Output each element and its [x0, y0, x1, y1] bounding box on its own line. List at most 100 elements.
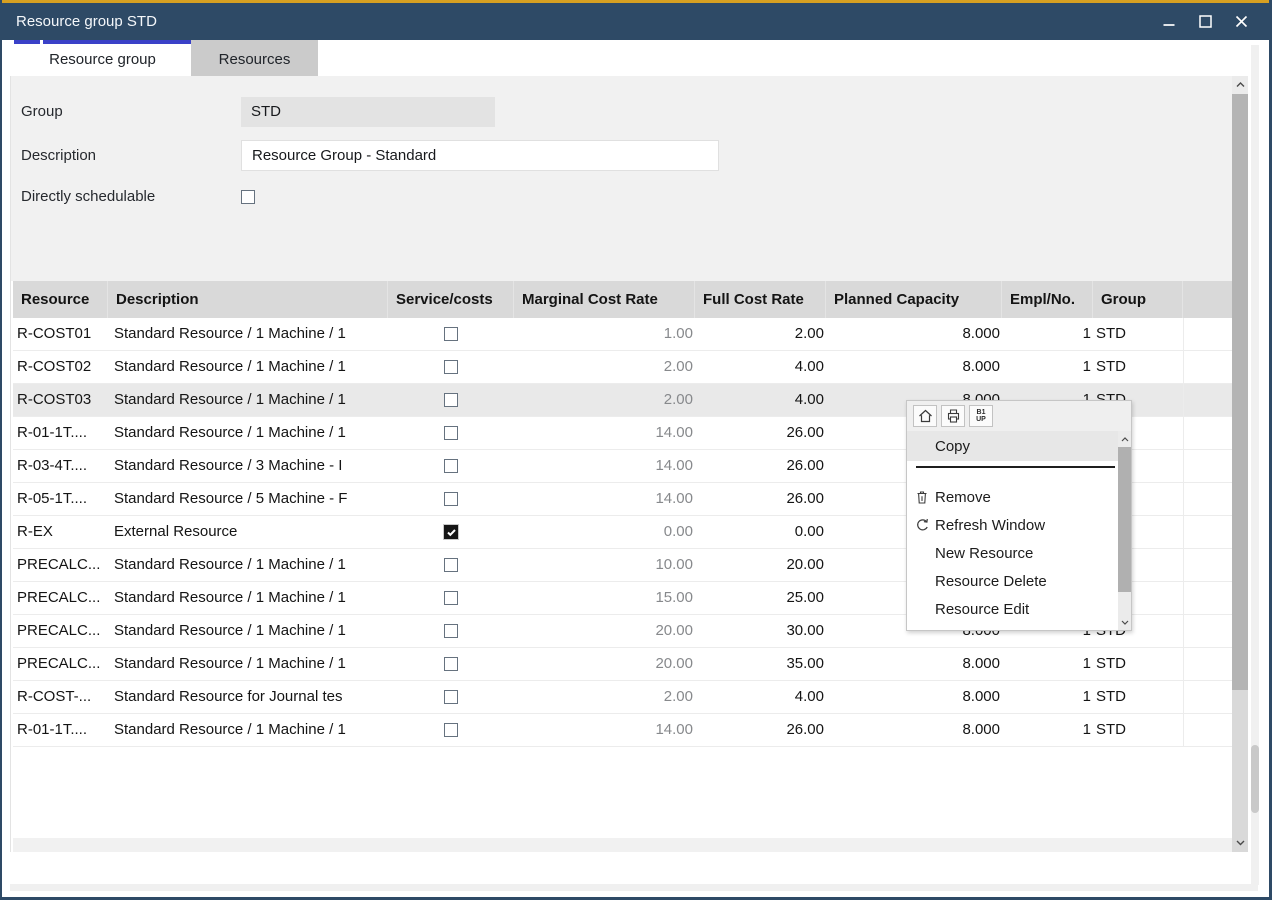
- scroll-up-button[interactable]: [1232, 76, 1248, 94]
- cell-marginal-cost-rate: 14.00: [514, 714, 695, 746]
- table-row[interactable]: R-01-1T....Standard Resource / 1 Machine…: [13, 714, 1233, 747]
- service-costs-checkbox[interactable]: [444, 624, 458, 638]
- printer-icon: [946, 409, 961, 423]
- service-costs-checkbox[interactable]: [444, 723, 458, 737]
- group-field[interactable]: STD: [241, 97, 495, 127]
- cell-marginal-cost-rate: 14.00: [514, 417, 695, 449]
- cell-planned-capacity: 8.000: [826, 714, 1002, 746]
- service-costs-checkbox[interactable]: [444, 525, 458, 539]
- service-costs-checkbox[interactable]: [444, 360, 458, 374]
- service-costs-checkbox[interactable]: [444, 393, 458, 407]
- scroll-down-button[interactable]: [1232, 834, 1248, 852]
- close-button[interactable]: [1231, 12, 1251, 32]
- column-header-description[interactable]: Description: [108, 281, 388, 318]
- menu-scroll-down-button[interactable]: [1118, 616, 1131, 628]
- menu-item-remove[interactable]: Remove: [907, 483, 1131, 511]
- service-costs-checkbox[interactable]: [444, 591, 458, 605]
- table-row[interactable]: R-COST-...Standard Resource for Journal …: [13, 681, 1233, 714]
- service-costs-checkbox[interactable]: [444, 690, 458, 704]
- cell-empty: [1183, 549, 1233, 581]
- menu-item-new-resource[interactable]: New Resource: [907, 539, 1131, 567]
- cell-description: Standard Resource / 1 Machine / 1: [108, 549, 388, 581]
- cell-marginal-cost-rate: 0.00: [514, 516, 695, 548]
- form-area: Group STD Description Resource Group - S…: [11, 76, 1233, 281]
- cell-planned-capacity: 8.000: [826, 648, 1002, 680]
- cell-full-cost-rate: 4.00: [695, 351, 826, 383]
- column-header-full-cost-rate[interactable]: Full Cost Rate: [695, 281, 826, 318]
- menu-item-refresh-window[interactable]: Refresh Window: [907, 511, 1131, 539]
- column-header-service-costs[interactable]: Service/costs: [388, 281, 514, 318]
- service-costs-checkbox[interactable]: [444, 492, 458, 506]
- context-menu-toolbar: B1 UP: [907, 401, 1131, 431]
- menu-item-resource-delete[interactable]: Resource Delete: [907, 567, 1131, 595]
- table-row[interactable]: R-COST01Standard Resource / 1 Machine / …: [13, 318, 1233, 351]
- cell-group: STD: [1093, 681, 1183, 713]
- scrollbar-thumb[interactable]: [1232, 94, 1248, 690]
- menu-item-resource-edit[interactable]: Resource Edit: [907, 595, 1131, 623]
- menu-item-label: New Resource: [935, 545, 1033, 562]
- directly-schedulable-checkbox[interactable]: [241, 190, 255, 204]
- cell-resource: R-COST01: [13, 318, 108, 350]
- group-label: Group: [21, 97, 63, 127]
- cell-empty: [1183, 483, 1233, 515]
- menu-scrollbar-thumb[interactable]: [1118, 447, 1131, 592]
- horizontal-scrollbar[interactable]: [13, 838, 1233, 852]
- cell-empty: [1183, 318, 1233, 350]
- cell-description: Standard Resource / 1 Machine / 1: [108, 648, 388, 680]
- print-button[interactable]: [941, 405, 965, 427]
- table-row[interactable]: PRECALC...Standard Resource / 1 Machine …: [13, 648, 1233, 681]
- table-row[interactable]: R-COST02Standard Resource / 1 Machine / …: [13, 351, 1233, 384]
- cell-group: STD: [1093, 714, 1183, 746]
- service-costs-checkbox[interactable]: [444, 558, 458, 572]
- service-costs-checkbox[interactable]: [444, 426, 458, 440]
- tab-resources[interactable]: Resources: [191, 40, 318, 76]
- minimize-button[interactable]: [1159, 12, 1179, 32]
- cell-service-costs: [388, 450, 514, 482]
- cell-service-costs: [388, 681, 514, 713]
- menu-item-label: Resource Edit: [935, 601, 1029, 618]
- home-icon: [918, 409, 933, 423]
- column-header-empl-no[interactable]: Empl/No.: [1002, 281, 1093, 318]
- context-menu-scrollbar[interactable]: [1118, 431, 1131, 630]
- cell-full-cost-rate: 20.00: [695, 549, 826, 581]
- cell-full-cost-rate: 26.00: [695, 483, 826, 515]
- column-header-empty: [1183, 281, 1233, 318]
- cell-planned-capacity: 8.000: [826, 318, 1002, 350]
- column-header-resource[interactable]: Resource: [13, 281, 108, 318]
- cell-group: STD: [1093, 318, 1183, 350]
- table-header: Resource Description Service/costs Margi…: [13, 281, 1233, 318]
- cell-empl-no: 1: [1002, 648, 1093, 680]
- cell-empty: [1183, 450, 1233, 482]
- service-costs-checkbox[interactable]: [444, 657, 458, 671]
- column-header-planned-capacity[interactable]: Planned Capacity: [826, 281, 1002, 318]
- outer-scrollbar[interactable]: [1251, 45, 1259, 885]
- trash-icon: [915, 490, 929, 505]
- cell-description: Standard Resource / 5 Machine - F: [108, 483, 388, 515]
- cell-service-costs: [388, 615, 514, 647]
- description-field[interactable]: Resource Group - Standard: [241, 140, 719, 171]
- menu-scroll-up-button[interactable]: [1118, 433, 1131, 445]
- cell-full-cost-rate: 26.00: [695, 714, 826, 746]
- cell-marginal-cost-rate: 20.00: [514, 615, 695, 647]
- cell-description: Standard Resource / 1 Machine / 1: [108, 384, 388, 416]
- service-costs-checkbox[interactable]: [444, 459, 458, 473]
- cell-service-costs: [388, 516, 514, 548]
- service-costs-checkbox[interactable]: [444, 327, 458, 341]
- cell-marginal-cost-rate: 14.00: [514, 450, 695, 482]
- menu-item-copy[interactable]: Copy: [907, 431, 1118, 461]
- cell-full-cost-rate: 30.00: [695, 615, 826, 647]
- cell-description: Standard Resource / 1 Machine / 1: [108, 582, 388, 614]
- cell-resource: R-COST-...: [13, 681, 108, 713]
- b1up-button[interactable]: B1 UP: [969, 405, 993, 427]
- cell-empty: [1183, 582, 1233, 614]
- column-header-marginal-cost-rate[interactable]: Marginal Cost Rate: [514, 281, 695, 318]
- column-header-group[interactable]: Group: [1093, 281, 1183, 318]
- tab-resource-group[interactable]: Resource group: [14, 40, 191, 76]
- cell-resource: R-EX: [13, 516, 108, 548]
- cell-description: Standard Resource / 1 Machine / 1: [108, 615, 388, 647]
- vertical-scrollbar[interactable]: [1232, 76, 1248, 852]
- home-button[interactable]: [913, 405, 937, 427]
- maximize-button[interactable]: [1195, 12, 1215, 32]
- chevron-down-icon: [1121, 620, 1129, 625]
- outer-scrollbar-thumb[interactable]: [1251, 745, 1259, 813]
